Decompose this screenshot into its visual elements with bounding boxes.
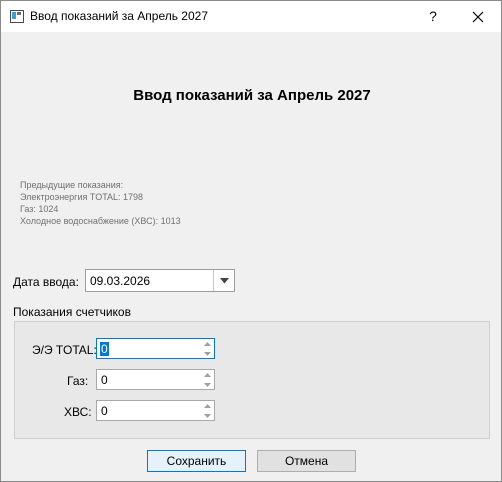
cold-water-label: ХВС: [64,405,92,419]
arrow-down-icon [204,351,211,356]
gas-spin-buttons [201,370,214,389]
close-button[interactable] [458,1,498,32]
arrow-down-icon [204,382,211,387]
date-combobox[interactable]: 09.03.2026 [85,269,235,292]
gas-spinbox[interactable]: 0 [96,369,215,390]
cancel-button[interactable]: Отмена [257,450,356,472]
cold-water-increment-button[interactable] [201,401,214,410]
arrow-down-icon [204,413,211,418]
cold-water-spin-buttons [201,401,214,420]
gas-value: 0 [101,373,108,387]
dialog-window: Ввод показаний за Апрель 2027 ? Ввод пок… [0,0,502,482]
save-button[interactable]: Сохранить [147,450,246,472]
previous-readings: Предыдущие показания: Электроэнергия TOT… [20,179,181,227]
electricity-label: Э/Э TOTAL: [32,343,97,357]
previous-readings-caption: Предыдущие показания: [20,180,124,190]
app-icon [10,10,24,23]
previous-reading-gas: Газ: 1024 [20,204,59,214]
gas-increment-button[interactable] [201,370,214,379]
close-icon [472,11,484,23]
cold-water-value: 0 [101,404,108,418]
date-label: Дата ввода: [13,275,79,289]
chevron-down-icon [219,277,229,283]
electricity-value: 0 [100,342,109,356]
arrow-up-icon [204,341,211,346]
previous-reading-cold-water: Холодное водоснабжение (ХВС): 1013 [20,216,181,226]
gas-decrement-button[interactable] [201,380,214,389]
date-dropdown-button[interactable] [213,270,234,291]
window-title: Ввод показаний за Апрель 2027 [30,9,209,23]
previous-reading-electricity: Электроэнергия TOTAL: 1798 [20,192,144,202]
meters-group-title: Показания счетчиков [13,305,131,319]
help-icon: ? [429,8,437,24]
electricity-increment-button[interactable] [201,339,214,348]
cold-water-decrement-button[interactable] [201,411,214,420]
cold-water-spinbox[interactable]: 0 [96,400,215,421]
electricity-decrement-button[interactable] [201,349,214,358]
arrow-up-icon [204,372,211,377]
help-button[interactable]: ? [413,1,453,32]
date-value: 09.03.2026 [90,274,151,288]
page-title: Ввод показаний за Апрель 2027 [133,87,371,104]
gas-label: Газ: [67,374,89,388]
electricity-spin-buttons [201,339,214,358]
electricity-spinbox[interactable]: 0 [96,338,215,359]
title-bar[interactable]: Ввод показаний за Апрель 2027 ? [1,1,501,32]
arrow-up-icon [204,403,211,408]
